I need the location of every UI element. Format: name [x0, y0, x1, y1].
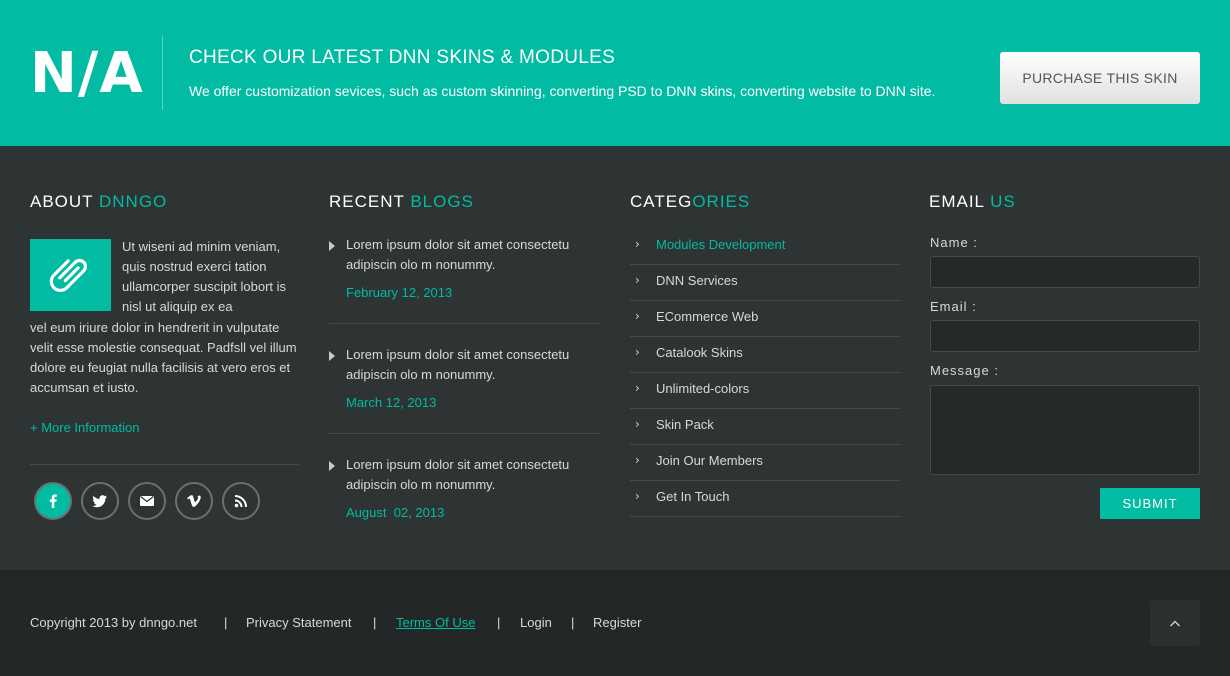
category-label: Catalook Skins — [656, 345, 743, 360]
about-image — [30, 239, 111, 311]
facebook-button[interactable] — [34, 482, 72, 520]
back-to-top-button[interactable] — [1150, 600, 1200, 646]
register-link[interactable]: Register — [593, 615, 641, 630]
triangle-right-icon — [329, 241, 335, 251]
message-field[interactable] — [930, 385, 1200, 475]
blog-link[interactable]: Lorem ipsum dolor sit amet consectetu ad… — [346, 455, 596, 495]
twitter-button[interactable] — [81, 482, 119, 520]
footer-separator: | — [373, 615, 377, 630]
category-item-get-in-touch[interactable]: › Get In Touch — [630, 481, 900, 517]
purchase-skin-button[interactable]: PURCHASE THIS SKIN — [1000, 52, 1200, 104]
rss-button[interactable] — [222, 482, 260, 520]
about-text-intro: Ut wiseni ad minim veniam, quis nostrud … — [122, 239, 287, 314]
copyright-text: Copyright 2013 by dnngo.net — [30, 615, 197, 630]
rss-icon — [234, 495, 247, 508]
chevron-right-icon: › — [635, 237, 640, 251]
category-label: Modules Development — [656, 237, 786, 252]
mail-button[interactable] — [128, 482, 166, 520]
privacy-statement-link[interactable]: Privacy Statement — [246, 615, 352, 630]
banner-subtitle: We offer customization sevices, such as … — [189, 83, 936, 99]
blogs-title-main: RECENT — [329, 192, 411, 211]
about-title-accent: DNNGO — [98, 192, 168, 211]
email-label: Email : — [930, 299, 977, 314]
category-item-skin-pack[interactable]: › Skin Pack — [630, 409, 900, 445]
category-item-modules-development[interactable]: › Modules Development — [630, 229, 900, 265]
more-information-link[interactable]: + More Information — [30, 420, 139, 435]
chevron-right-icon: › — [635, 453, 640, 467]
blog-date: February 12, 2013 — [346, 285, 453, 300]
category-item-dnn-services[interactable]: › DNN Services — [630, 265, 900, 301]
footer-separator: | — [497, 615, 501, 630]
chevron-right-icon: › — [635, 381, 640, 395]
chevron-right-icon: › — [635, 345, 640, 359]
footer-separator: | — [571, 615, 575, 630]
mail-icon — [140, 496, 154, 506]
email-title-main: EMAIL — [929, 192, 991, 211]
category-item-catalook-skins[interactable]: › Catalook Skins — [630, 337, 900, 373]
site-logo[interactable]: N/A — [30, 44, 144, 104]
about-divider — [30, 464, 299, 465]
submit-button[interactable]: SUBMIT — [1100, 488, 1200, 519]
category-item-join-our-members[interactable]: › Join Our Members — [630, 445, 900, 481]
blog-date: March 12, 2013 — [346, 395, 437, 410]
category-label: ECommerce Web — [656, 309, 759, 324]
triangle-right-icon — [329, 351, 335, 361]
categories-title: CATEGORIES — [630, 192, 750, 212]
category-label: Unlimited-colors — [656, 381, 750, 396]
about-title-main: ABOUT — [30, 192, 99, 211]
blog-divider — [329, 323, 600, 324]
chevron-right-icon: › — [635, 309, 640, 323]
about-text-body: vel eum iriure dolor in hendrerit in vul… — [30, 320, 297, 395]
chevron-right-icon: › — [635, 273, 640, 287]
blog-link[interactable]: Lorem ipsum dolor sit amet consectetu ad… — [346, 345, 596, 385]
triangle-right-icon — [329, 461, 335, 471]
category-label: DNN Services — [656, 273, 738, 288]
bottom-footer: Copyright 2013 by dnngo.net | Privacy St… — [0, 570, 1230, 676]
chevron-right-icon: › — [635, 489, 640, 503]
top-banner: N/A CHECK OUR LATEST DNN SKINS & MODULES… — [0, 0, 1230, 146]
category-label: Get In Touch — [656, 489, 730, 504]
blog-divider — [329, 433, 600, 434]
email-title: EMAIL US — [929, 192, 1016, 212]
terms-of-use-link[interactable]: Terms Of Use — [396, 615, 475, 630]
name-label: Name : — [930, 235, 978, 250]
category-label: Join Our Members — [656, 453, 763, 468]
categories-title-accent: ORIES — [692, 192, 751, 211]
twitter-icon — [92, 495, 107, 508]
footer-separator: | — [224, 615, 228, 630]
about-title: ABOUT DNNGO — [30, 192, 167, 212]
name-field[interactable] — [930, 256, 1200, 288]
vimeo-button[interactable] — [175, 482, 213, 520]
email-field[interactable] — [930, 320, 1200, 352]
blogs-title-accent: BLOGS — [410, 192, 474, 211]
footer-widgets: ABOUT DNNGO Ut wiseni ad minim veniam, q… — [0, 146, 1230, 570]
banner-title: CHECK OUR LATEST DNN SKINS & MODULES — [189, 47, 616, 68]
message-label: Message : — [930, 363, 999, 378]
category-item-ecommerce-web[interactable]: › ECommerce Web — [630, 301, 900, 337]
blog-date: August 02, 2013 — [346, 505, 445, 520]
login-link[interactable]: Login — [520, 615, 552, 630]
paperclip-icon — [49, 258, 88, 292]
email-title-accent: US — [990, 192, 1016, 211]
facebook-icon — [49, 494, 57, 508]
category-item-unlimited-colors[interactable]: › Unlimited-colors — [630, 373, 900, 409]
category-label: Skin Pack — [656, 417, 714, 432]
chevron-up-icon — [1170, 620, 1180, 627]
blog-link[interactable]: Lorem ipsum dolor sit amet consectetu ad… — [346, 235, 596, 275]
vimeo-icon — [187, 495, 201, 508]
blogs-title: RECENT BLOGS — [329, 192, 474, 212]
categories-title-main: CATEG — [630, 192, 693, 211]
banner-divider — [162, 36, 163, 110]
chevron-right-icon: › — [635, 417, 640, 431]
